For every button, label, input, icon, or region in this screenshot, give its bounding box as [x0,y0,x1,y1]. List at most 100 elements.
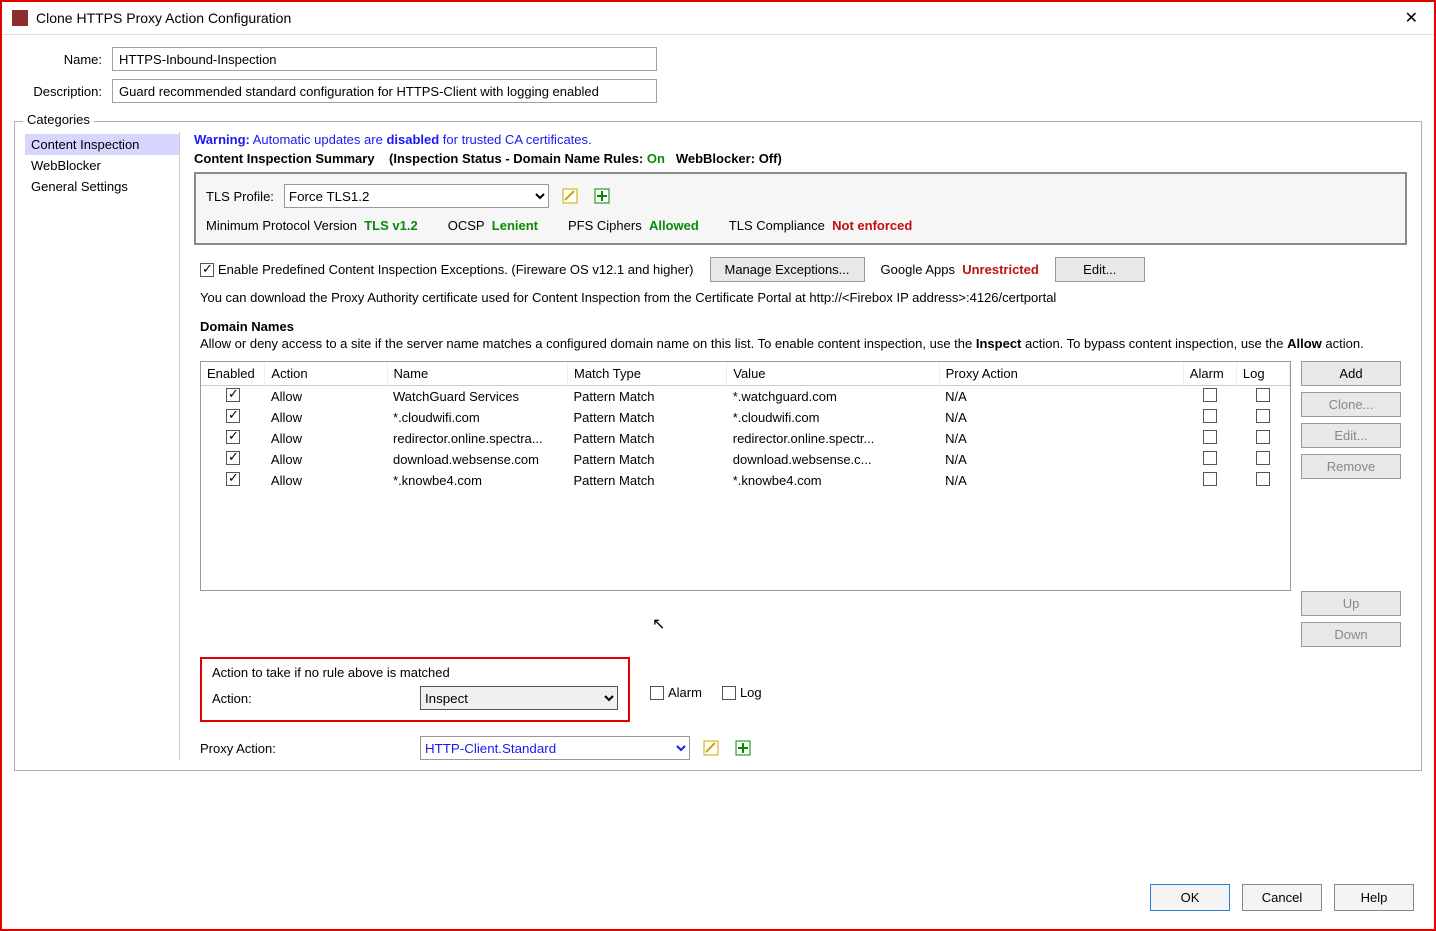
help-button[interactable]: Help [1334,884,1414,911]
table-row[interactable]: Allowredirector.online.spectra...Pattern… [201,428,1290,449]
row-value: download.websense.c... [727,449,939,470]
description-input[interactable] [112,79,657,103]
row-alarm-checkbox[interactable] [1203,451,1217,465]
col-enabled[interactable]: Enabled [201,362,265,386]
col-action[interactable]: Action [265,362,387,386]
row-value: *.knowbe4.com [727,470,939,491]
no-match-action-select[interactable]: Inspect [420,686,618,710]
manage-exceptions-button[interactable]: Manage Exceptions... [710,257,865,282]
row-alarm-checkbox[interactable] [1203,409,1217,423]
row-log-checkbox[interactable] [1256,472,1270,486]
categories-legend: Categories [23,112,94,127]
row-alarm-checkbox[interactable] [1203,388,1217,402]
col-proxy[interactable]: Proxy Action [939,362,1183,386]
sidebar-item-webblocker[interactable]: WebBlocker [25,155,179,176]
tls-summary-box: TLS Profile: Force TLS1.2 Minimum Protoc… [194,172,1407,245]
summary-wb-status: Off) [759,151,782,166]
edit-button[interactable]: Edit... [1301,423,1401,448]
row-enabled-checkbox[interactable] [226,409,240,423]
min-proto-value: TLS v1.2 [364,218,417,233]
row-name: WatchGuard Services [387,386,567,408]
row-enabled-checkbox[interactable] [226,472,240,486]
no-match-log-checkbox[interactable] [722,686,736,700]
dn-desc-c: action. [1322,336,1364,351]
domain-names-table[interactable]: Enabled Action Name Match Type Value Pro… [200,361,1291,591]
name-label: Name: [22,52,112,67]
dn-kw-allow: Allow [1287,336,1322,351]
add-button[interactable]: Add [1301,361,1401,386]
row-match: Pattern Match [568,428,727,449]
categories-sidebar: Content Inspection WebBlocker General Se… [25,132,180,760]
close-icon[interactable]: ✕ [1399,8,1424,28]
row-proxy: N/A [939,386,1183,408]
row-name: *.knowbe4.com [387,470,567,491]
tls-compliance-value: Not enforced [832,218,912,233]
row-log-checkbox[interactable] [1256,451,1270,465]
row-action: Allow [265,449,387,470]
table-side-buttons: Add Clone... Edit... Remove Up Down [1301,361,1401,647]
row-log-checkbox[interactable] [1256,430,1270,444]
row-alarm-checkbox[interactable] [1203,430,1217,444]
table-row[interactable]: Allow*.cloudwifi.comPattern Match*.cloud… [201,407,1290,428]
edit-tls-profile-icon[interactable] [559,185,581,207]
sidebar-item-content-inspection[interactable]: Content Inspection [25,134,179,155]
dn-kw-inspect: Inspect [976,336,1022,351]
table-row[interactable]: Allow*.knowbe4.comPattern Match*.knowbe4… [201,470,1290,491]
summary-line: Content Inspection Summary (Inspection S… [194,151,1407,166]
remove-button[interactable]: Remove [1301,454,1401,479]
tls-profile-select[interactable]: Force TLS1.2 [284,184,549,208]
col-match[interactable]: Match Type [568,362,727,386]
no-match-action-label: Action: [212,691,410,706]
ok-button[interactable]: OK [1150,884,1230,911]
row-alarm-checkbox[interactable] [1203,472,1217,486]
no-match-heading: Action to take if no rule above is match… [212,665,618,680]
up-button[interactable]: Up [1301,591,1401,616]
col-value[interactable]: Value [727,362,939,386]
window-title: Clone HTTPS Proxy Action Configuration [36,10,1399,26]
sidebar-item-general-settings[interactable]: General Settings [25,176,179,197]
google-apps-label: Google Apps [881,262,955,277]
google-apps-edit-button[interactable]: Edit... [1055,257,1145,282]
row-action: Allow [265,386,387,408]
enable-exceptions-label: Enable Predefined Content Inspection Exc… [218,262,694,277]
edit-proxy-action-icon[interactable] [700,737,722,759]
col-log[interactable]: Log [1236,362,1289,386]
row-enabled-checkbox[interactable] [226,451,240,465]
add-tls-profile-icon[interactable] [591,185,613,207]
cancel-button[interactable]: Cancel [1242,884,1322,911]
row-match: Pattern Match [568,449,727,470]
col-alarm[interactable]: Alarm [1183,362,1236,386]
no-match-alarm-checkbox[interactable] [650,686,664,700]
row-name: redirector.online.spectra... [387,428,567,449]
categories-group: Categories Content Inspection WebBlocker… [14,121,1422,771]
dn-desc-a: Allow or deny access to a site if the se… [200,336,976,351]
google-apps-value: Unrestricted [962,262,1039,277]
no-match-box: Action to take if no rule above is match… [200,657,630,722]
row-log-checkbox[interactable] [1256,409,1270,423]
dialog-frame: Clone HTTPS Proxy Action Configuration ✕… [0,0,1436,931]
enable-exceptions-checkbox[interactable] [200,263,214,277]
row-name: download.websense.com [387,449,567,470]
name-input[interactable] [112,47,657,71]
row-log-checkbox[interactable] [1256,388,1270,402]
add-proxy-action-icon[interactable] [732,737,754,759]
row-enabled-checkbox[interactable] [226,430,240,444]
clone-button[interactable]: Clone... [1301,392,1401,417]
no-match-log-label: Log [740,685,762,700]
col-name[interactable]: Name [387,362,567,386]
down-button[interactable]: Down [1301,622,1401,647]
table-row[interactable]: Allowdownload.websense.comPattern Matchd… [201,449,1290,470]
proxy-action-select[interactable]: HTTP-Client.Standard [420,736,690,760]
row-name: *.cloudwifi.com [387,407,567,428]
tls-profile-label: TLS Profile: [206,189,274,204]
row-match: Pattern Match [568,470,727,491]
row-value: redirector.online.spectr... [727,428,939,449]
content-inspection-panel: Warning: Automatic updates are disabled … [190,132,1411,760]
warning-prefix: Warning: [194,132,250,147]
table-row[interactable]: AllowWatchGuard ServicesPattern Match*.w… [201,386,1290,408]
titlebar: Clone HTTPS Proxy Action Configuration ✕ [2,2,1434,35]
row-enabled-checkbox[interactable] [226,388,240,402]
row-action: Allow [265,428,387,449]
warning-bold: disabled [386,132,439,147]
ocsp-value: Lenient [492,218,538,233]
